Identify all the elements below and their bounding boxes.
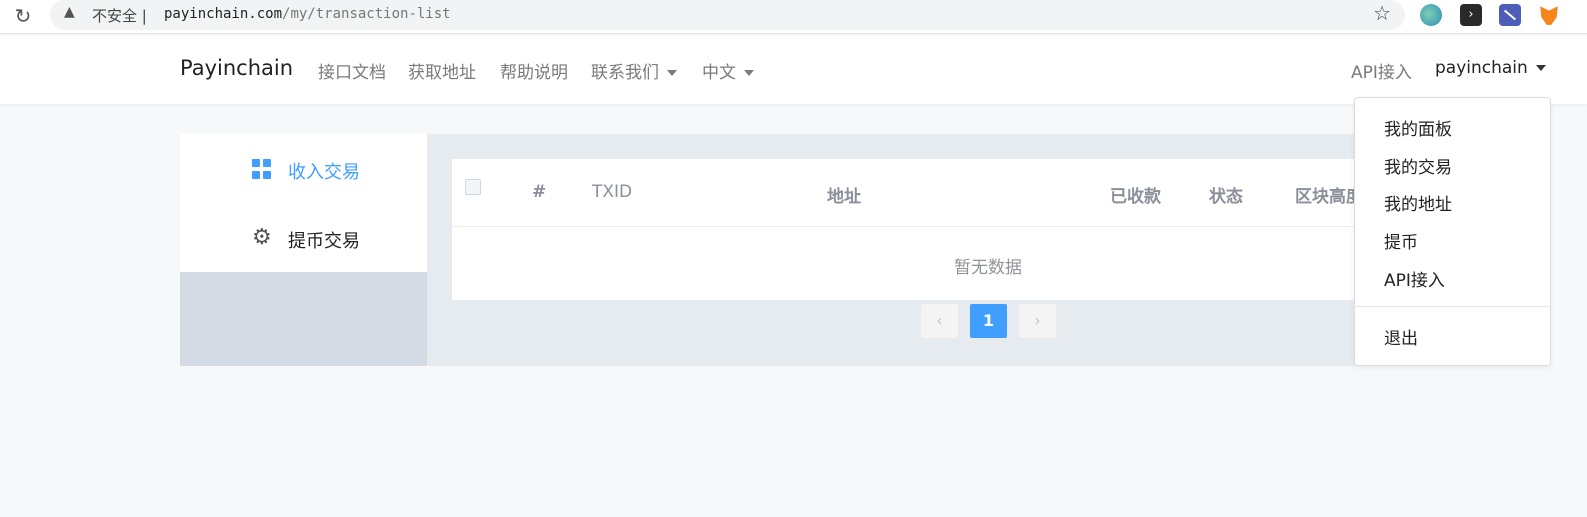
nav-link-help[interactable]: 帮助说明 (500, 58, 568, 83)
insecure-label: 不安全 | (92, 7, 147, 25)
gear-icon: ⚙ (252, 225, 272, 250)
sidebar-item-label: 收入交易 (288, 162, 360, 183)
sidebar: 收入交易 ⚙ 提币交易 (180, 134, 427, 366)
username-label: payinchain (1435, 58, 1528, 78)
menu-item-dashboard[interactable]: 我的面板 (1384, 115, 1452, 140)
menu-item-api[interactable]: API接入 (1384, 266, 1445, 291)
column-header-status[interactable]: 状态 (1209, 182, 1243, 207)
select-all-checkbox[interactable] (465, 179, 481, 195)
transaction-table: # TXID 地址 已收款 状态 区块高度 暂无数据 (452, 159, 1363, 300)
extension-icon[interactable]: › (1460, 4, 1482, 26)
user-dropdown-menu: 我的面板 我的交易 我的地址 提币 API接入 退出 (1354, 97, 1551, 366)
reload-icon[interactable]: ↻ (10, 3, 36, 29)
nav-link-get-address[interactable]: 获取地址 (408, 58, 476, 83)
chevron-right-icon[interactable]: › (1019, 304, 1056, 338)
nav-link-api[interactable]: API接入 (1351, 58, 1412, 83)
menu-item-logout[interactable]: 退出 (1384, 324, 1418, 349)
chevron-left-icon[interactable]: ‹ (921, 304, 958, 338)
main-content: # TXID 地址 已收款 状态 区块高度 暂无数据 ‹ 1 › (427, 134, 1363, 366)
nav-link-docs[interactable]: 接口文档 (318, 58, 386, 83)
top-navbar: Payinchain 接口文档 获取地址 帮助说明 联系我们 中文 API接入 … (0, 36, 1587, 104)
language-label: 中文 (702, 63, 736, 83)
user-menu-toggle[interactable]: payinchain (1435, 58, 1546, 78)
column-header-index[interactable]: # (532, 182, 546, 202)
column-header-txid[interactable]: TXID (592, 182, 632, 202)
column-header-address[interactable]: 地址 (827, 182, 861, 207)
extension-icon[interactable] (1420, 4, 1442, 26)
extension-icon[interactable] (1499, 4, 1521, 26)
nav-language-dropdown[interactable]: 中文 (702, 58, 754, 83)
star-icon[interactable]: ☆ (1373, 1, 1391, 25)
menu-item-addresses[interactable]: 我的地址 (1384, 190, 1452, 215)
grid-icon (252, 159, 272, 179)
browser-toolbar: ↻ ▲ 不安全 | payinchain.com/my/transaction-… (0, 0, 1587, 34)
metamask-icon[interactable] (1540, 6, 1558, 25)
brand-logo[interactable]: Payinchain (180, 56, 293, 80)
nav-contact-dropdown[interactable]: 联系我们 (591, 58, 677, 83)
table-header: # TXID 地址 已收款 状态 区块高度 (452, 159, 1363, 227)
sidebar-item-withdraw[interactable]: ⚙ 提币交易 (180, 203, 427, 272)
caret-down-icon (744, 70, 754, 76)
caret-down-icon (1535, 65, 1546, 71)
column-header-block-height[interactable]: 区块高度 (1295, 182, 1363, 207)
page-number-button[interactable]: 1 (970, 304, 1007, 338)
menu-item-withdraw[interactable]: 提币 (1384, 228, 1418, 253)
address-bar[interactable]: ▲ 不安全 | payinchain.com/my/transaction-li… (50, 0, 1405, 30)
menu-divider (1355, 306, 1550, 307)
sidebar-item-income[interactable]: 收入交易 (180, 134, 427, 203)
contact-label: 联系我们 (591, 63, 659, 83)
sidebar-item-label: 提币交易 (288, 231, 360, 252)
empty-data-text: 暂无数据 (954, 258, 1022, 278)
menu-item-transactions[interactable]: 我的交易 (1384, 153, 1452, 178)
warning-icon: ▲ (64, 4, 75, 20)
column-header-received[interactable]: 已收款 (1110, 182, 1161, 207)
url-text[interactable]: payinchain.com/my/transaction-list (164, 6, 451, 22)
caret-down-icon (667, 70, 677, 76)
